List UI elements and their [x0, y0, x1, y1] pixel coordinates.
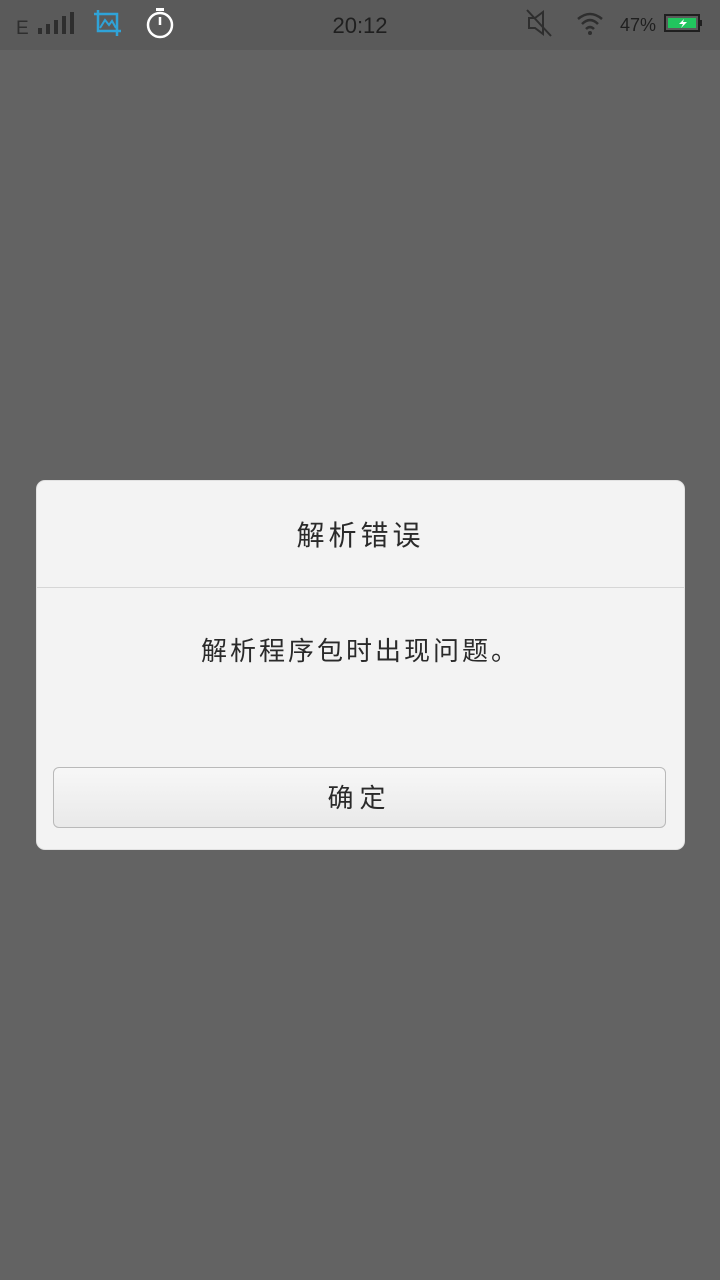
battery-charging-icon [664, 13, 704, 37]
wifi-icon [576, 11, 604, 39]
parse-error-dialog: 解析错误 解析程序包时出现问题。 确定 [37, 481, 684, 849]
mute-icon [526, 9, 552, 41]
status-bar: E 20:12 47% [0, 0, 720, 50]
dialog-divider [37, 587, 684, 588]
status-bar-right: 47% [526, 0, 704, 50]
battery-percent: 47% [619, 14, 656, 35]
screen: E 20:12 47% 解析错误 解析程序包时出现问题。 确定 [0, 0, 720, 1280]
dialog-title: 解析错误 [296, 519, 425, 552]
dialog-message: 解析程序包时出现问题。 [200, 637, 520, 667]
confirm-button[interactable]: 确定 [53, 767, 666, 828]
